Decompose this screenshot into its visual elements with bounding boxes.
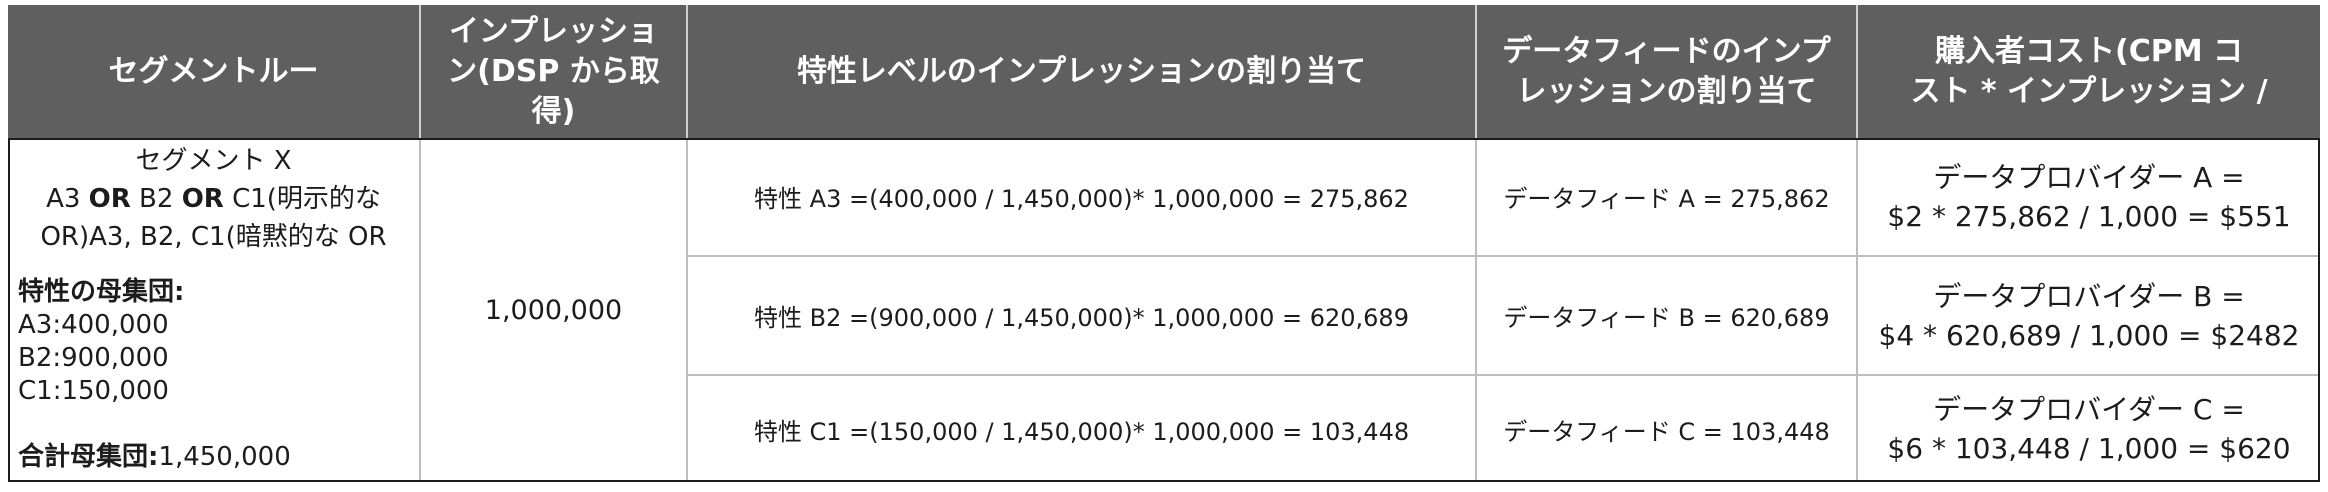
buyer-cost-line: $6 * 103,448 / 1,000 = $620 [1887, 432, 2291, 465]
segment-rule-cell: セグメント X A3 OR B2 OR C1(明示的な OR)A3, B2, C… [8, 138, 419, 482]
feed-allocation-cell: データフィード B = 620,689 [1475, 255, 1856, 374]
total-population-label: 合計母集団: [18, 442, 159, 472]
segment-rule-explicit: A3 OR B2 OR C1(明示的な [8, 180, 419, 218]
total-population-value: 1,450,000 [158, 442, 291, 472]
feed-allocation-cell: データフィード A = 275,862 [1475, 138, 1856, 255]
segment-rule-implicit: OR)A3, B2, C1(暗黙的な OR [40, 222, 387, 252]
header-segment-rule: セグメントルー [8, 5, 419, 138]
rule-part: C1(明示的な [223, 184, 381, 214]
header-buyer-cost: 購入者コスト(CPM コ スト * インプレッション / [1856, 5, 2320, 138]
header-line: データフィードのインプ [1502, 33, 1831, 69]
buyer-cost-line: $2 * 275,862 / 1,000 = $551 [1887, 199, 2291, 233]
feed-allocation-cell: データフィード C = 103,448 [1475, 374, 1856, 482]
buyer-cost-cell: データプロバイダー A = $2 * 275,862 / 1,000 = $55… [1856, 138, 2320, 255]
trait-population-item: B2:900,000 [18, 343, 169, 373]
rule-part: A3 [46, 184, 89, 214]
or-operator: OR [88, 184, 131, 214]
buyer-cost-cell: データプロバイダー C = $6 * 103,448 / 1,000 = $62… [1856, 374, 2320, 482]
rule-part: B2 [130, 184, 182, 214]
trait-population-item: C1:150,000 [18, 376, 169, 406]
trait-allocation-cell: 特性 A3 =(400,000 / 1,450,000)* 1,000,000 … [686, 138, 1475, 255]
header-line: 得) [531, 93, 576, 129]
header-line: 特性レベルのインプレッションの割り当て [796, 53, 1367, 89]
header-line: インプレッショ [448, 13, 659, 49]
trait-population-block: 特性の母集団: A3:400,000 B2:900,000 C1:150,000… [8, 276, 419, 474]
trait-population-heading: 特性の母集団: [18, 277, 185, 307]
header-line: 購入者コスト(CPM コ [1934, 33, 2243, 69]
header-trait-allocation: 特性レベルのインプレッションの割り当て [686, 5, 1475, 138]
feed-allocation-text: データフィード C = 103,448 [1503, 417, 1830, 446]
allocation-table: セグメントルー インプレッショ ン(DSP から取 得) 特性レベルのインプレッ… [8, 5, 2320, 482]
segment-rule-block: セグメント X A3 OR B2 OR C1(明示的な OR)A3, B2, C… [8, 142, 419, 256]
segment-title: セグメント X [135, 146, 292, 176]
buyer-cost-line: $4 * 620,689 / 1,000 = $2482 [1878, 318, 2300, 352]
trait-allocation-cell: 特性 B2 =(900,000 / 1,450,000)* 1,000,000 … [686, 255, 1475, 374]
dsp-impressions-cell: 1,000,000 [419, 138, 686, 482]
header-dsp-impressions: インプレッショ ン(DSP から取 得) [419, 5, 686, 138]
header-line: ン(DSP から取 [447, 53, 660, 89]
trait-allocation-text: 特性 A3 =(400,000 / 1,450,000)* 1,000,000 … [754, 185, 1409, 213]
dsp-impressions-value: 1,000,000 [484, 294, 623, 326]
buyer-cost-line: データプロバイダー C = [1933, 393, 2245, 426]
or-operator: OR [181, 184, 224, 214]
buyer-cost-line: データプロバイダー A = [1933, 160, 2245, 194]
header-line: スト * インプレッション / [1910, 73, 2268, 109]
total-population: 合計母集団:1,450,000 [18, 441, 419, 474]
feed-allocation-text: データフィード B = 620,689 [1503, 304, 1830, 332]
trait-population-item: A3:400,000 [18, 310, 169, 340]
trait-allocation-text: 特性 C1 =(150,000 / 1,450,000)* 1,000,000 … [753, 417, 1410, 446]
buyer-cost-line: データプロバイダー B = [1933, 279, 2245, 313]
header-feed-allocation: データフィードのインプ レッションの割り当て [1475, 5, 1856, 138]
buyer-cost-cell: データプロバイダー B = $4 * 620,689 / 1,000 = $24… [1856, 255, 2320, 374]
trait-allocation-cell: 特性 C1 =(150,000 / 1,450,000)* 1,000,000 … [686, 374, 1475, 482]
header-line: セグメントルー [108, 53, 319, 89]
feed-allocation-text: データフィード A = 275,862 [1503, 185, 1830, 213]
trait-allocation-text: 特性 B2 =(900,000 / 1,450,000)* 1,000,000 … [754, 304, 1409, 332]
header-line: レッションの割り当て [1516, 73, 1817, 109]
